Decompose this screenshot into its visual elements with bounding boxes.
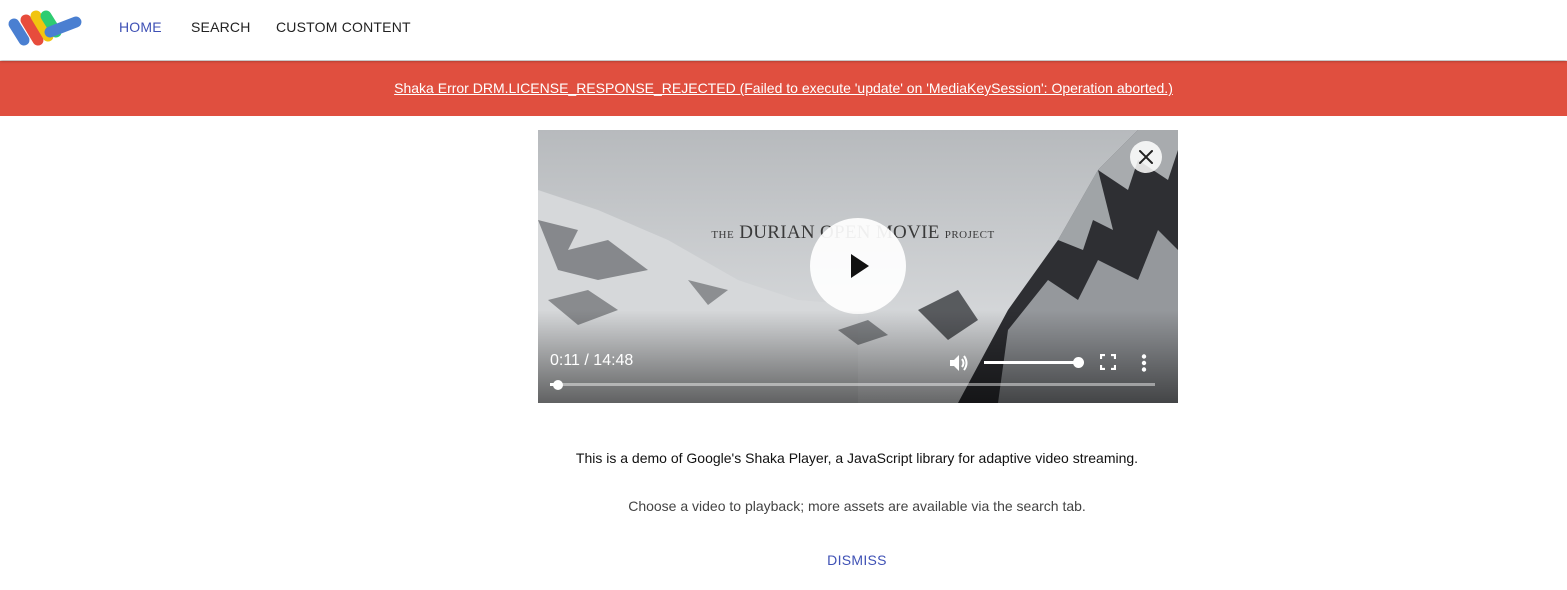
more-vert-icon[interactable]: [1136, 352, 1152, 374]
dismiss-button[interactable]: DISMISS: [0, 552, 1567, 568]
nav-home[interactable]: HOME: [119, 19, 162, 35]
top-app-bar: HOME SEARCH CUSTOM CONTENT: [0, 0, 1567, 60]
nav-search[interactable]: SEARCH: [191, 19, 251, 35]
video-player[interactable]: THE DURIAN OPEN MOVIE PROJECT 0:11 / 14:…: [538, 130, 1178, 403]
play-icon[interactable]: [810, 218, 906, 314]
seek-bar-track[interactable]: [550, 383, 1155, 386]
nav-custom-content[interactable]: CUSTOM CONTENT: [276, 19, 411, 35]
volume-slider-track[interactable]: [984, 361, 1080, 364]
error-banner: Shaka Error DRM.LICENSE_RESPONSE_REJECTE…: [0, 61, 1567, 116]
time-display: 0:11 / 14:48: [550, 352, 634, 369]
volume-slider-thumb[interactable]: [1073, 357, 1084, 368]
shaka-logo-icon[interactable]: [6, 6, 84, 50]
seek-bar-thumb[interactable]: [553, 380, 563, 390]
controls-shade: [538, 310, 1178, 403]
error-message-link[interactable]: Shaka Error DRM.LICENSE_RESPONSE_REJECTE…: [394, 80, 1173, 96]
intro-hint: Choose a video to playback; more assets …: [628, 498, 1086, 514]
volume-icon[interactable]: [946, 351, 972, 375]
fullscreen-icon[interactable]: [1098, 352, 1118, 372]
close-icon[interactable]: [1130, 141, 1162, 173]
intro-description: This is a demo of Google's Shaka Player,…: [575, 450, 1139, 466]
